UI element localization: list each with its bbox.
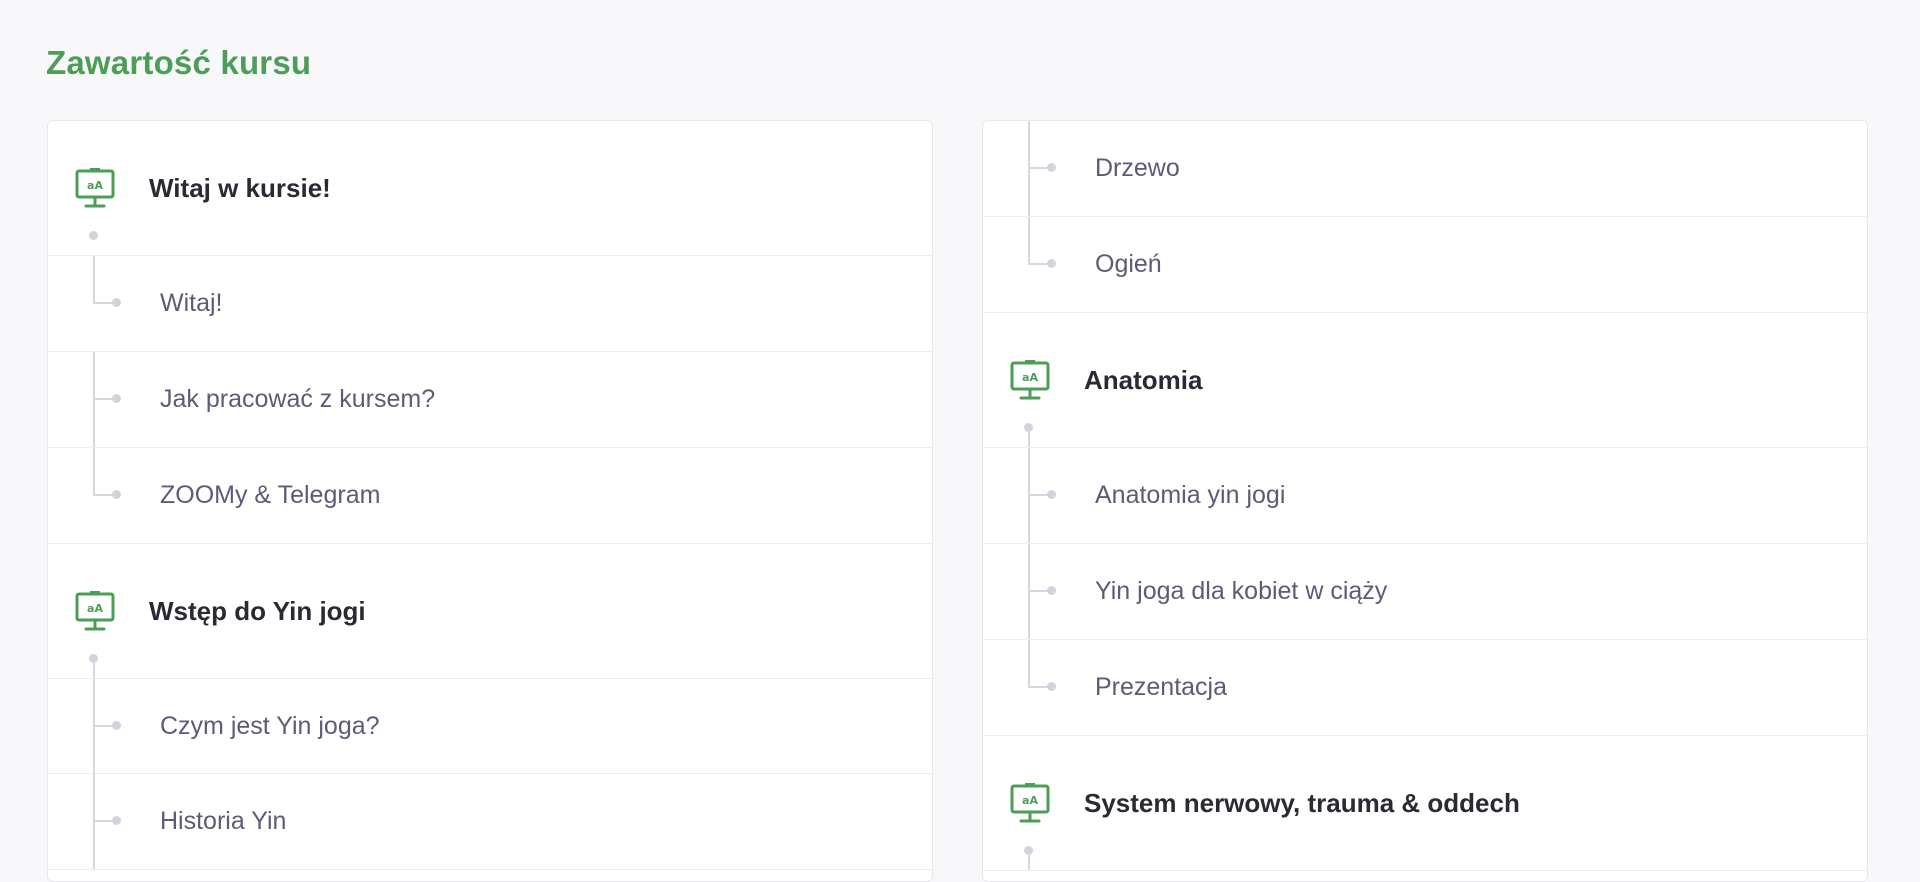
tree-node-dot <box>112 298 121 307</box>
section-title: System nerwowy, trauma & oddech <box>1084 788 1520 818</box>
tree-node-dot <box>1047 682 1056 691</box>
tree-node-dot <box>112 490 121 499</box>
tree-node-dot <box>1047 163 1056 172</box>
section-title: Witaj w kursie! <box>149 173 331 203</box>
tree-node-dot <box>1047 259 1056 268</box>
tree-node-dot <box>1047 586 1056 595</box>
presentation-board-icon: aA <box>1010 783 1050 823</box>
lesson-item[interactable]: Jak pracować z kursem? <box>48 352 932 448</box>
course-content-column-left: aA Witaj w kursie! Witaj! Jak pracować z… <box>47 120 933 882</box>
lesson-item[interactable]: Drzewo <box>983 121 1867 217</box>
lesson-label: Jak pracować z kursem? <box>160 385 436 413</box>
svg-text:aA: aA <box>1022 794 1038 807</box>
lesson-item[interactable]: Ogień <box>983 217 1867 313</box>
section-header[interactable]: aA Witaj w kursie! <box>48 121 932 256</box>
lesson-item[interactable]: Historia Yin <box>48 774 932 870</box>
lesson-item[interactable]: Witaj! <box>48 256 932 352</box>
svg-text:aA: aA <box>87 602 103 615</box>
presentation-board-icon: aA <box>1010 360 1050 400</box>
lesson-item[interactable]: Czym jest Yin joga? <box>48 679 932 774</box>
presentation-board-icon: aA <box>75 591 115 631</box>
section-header[interactable]: aA Anatomia <box>983 313 1867 448</box>
tree-node-dot <box>112 394 121 403</box>
lesson-label: Prezentacja <box>1095 673 1228 701</box>
section-header[interactable]: aA System nerwowy, trauma & oddech <box>983 736 1867 871</box>
svg-text:aA: aA <box>1022 371 1038 384</box>
tree-node-dot <box>89 231 98 240</box>
lesson-label: ZOOMy & Telegram <box>160 481 381 509</box>
lesson-label: Czym jest Yin joga? <box>160 712 380 740</box>
lesson-item[interactable]: Anatomia yin jogi <box>983 448 1867 544</box>
lesson-label: Witaj! <box>160 289 223 317</box>
section-header[interactable]: aA Wstęp do Yin jogi <box>48 544 932 679</box>
tree-node-dot <box>1047 490 1056 499</box>
lesson-label: Ogień <box>1095 250 1162 278</box>
page-title: Zawartość kursu <box>46 44 312 81</box>
lesson-item[interactable]: ZOOMy & Telegram <box>48 448 932 544</box>
section-title: Anatomia <box>1084 365 1203 395</box>
lesson-label: Historia Yin <box>160 807 287 835</box>
lesson-item[interactable]: Yin joga dla kobiet w ciąży <box>983 544 1867 640</box>
lesson-label: Anatomia yin jogi <box>1095 481 1286 509</box>
presentation-board-icon: aA <box>75 168 115 208</box>
svg-text:aA: aA <box>87 179 103 192</box>
section-title: Wstęp do Yin jogi <box>149 596 366 626</box>
lesson-label: Yin joga dla kobiet w ciąży <box>1095 577 1388 605</box>
lesson-item[interactable]: Prezentacja <box>983 640 1867 736</box>
tree-node-dot <box>112 816 121 825</box>
course-content-column-right: Drzewo Ogień aA Anatomia Anatomia yin jo… <box>982 120 1868 882</box>
lesson-label: Drzewo <box>1095 154 1180 182</box>
tree-node-dot <box>112 721 121 730</box>
